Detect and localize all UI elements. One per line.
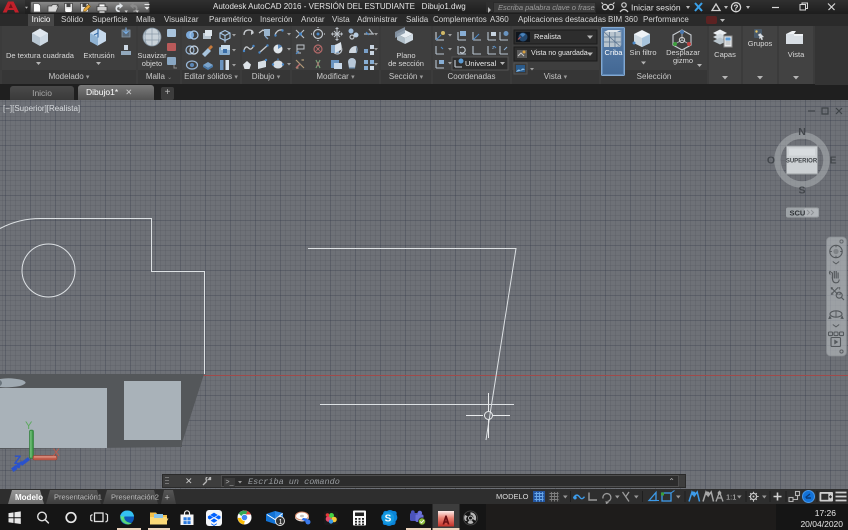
svg-text:1: 1 [279,519,283,526]
svg-text:Presentación2: Presentación2 [111,493,159,502]
svg-text:N: N [798,126,806,138]
svg-text:Modelo: Modelo [15,493,43,502]
svg-text:?: ? [734,4,739,13]
svg-text:SUPERIOR: SUPERIOR [786,159,818,165]
svg-text:Iniciar sesión: Iniciar sesión [631,3,681,13]
svg-text:17:26: 17:26 [815,508,837,518]
svg-text:SCU: SCU [790,209,806,218]
svg-text:X: X [53,447,61,459]
svg-text:20/04/2020: 20/04/2020 [800,519,843,529]
svg-text:Presentación1: Presentación1 [54,493,102,502]
svg-text:S: S [385,514,392,525]
svg-text:1:1: 1:1 [726,493,736,502]
svg-text:O: O [767,155,775,167]
svg-text:E: E [829,155,836,167]
svg-text:+: + [165,493,170,503]
svg-text:S: S [798,185,805,197]
